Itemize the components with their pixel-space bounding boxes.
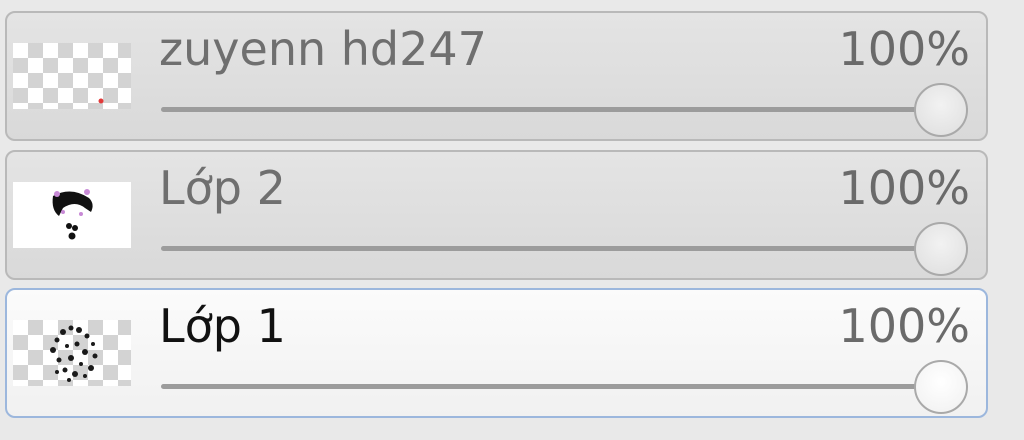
layer-opacity-value: 100%: [838, 22, 970, 76]
slider-thumb[interactable]: [914, 222, 968, 276]
layer-row-zuyenn-hd247[interactable]: zuyenn hd247 100%: [5, 11, 988, 141]
opacity-slider[interactable]: [161, 83, 968, 137]
layer-opacity-value: 100%: [838, 299, 970, 353]
opacity-slider[interactable]: [161, 222, 968, 276]
slider-thumb[interactable]: [914, 360, 968, 414]
layer-name: Lớp 2: [159, 161, 286, 215]
layer-opacity-value: 100%: [838, 161, 970, 215]
layer-thumbnail: [13, 320, 131, 386]
layer-thumbnail: [13, 43, 131, 109]
layer-row-lop-2[interactable]: Lớp 2 100%: [5, 150, 988, 280]
layer-thumbnail: [13, 182, 131, 248]
layer-name: Lớp 1: [159, 299, 286, 353]
layer-row-lop-1[interactable]: Lớp 1 100%: [5, 288, 988, 418]
opacity-slider[interactable]: [161, 360, 968, 414]
slider-track: [161, 107, 968, 112]
layers-panel: zuyenn hd247 100% Lớp 2 100% Lớp 1 100%: [0, 0, 1024, 440]
slider-thumb[interactable]: [914, 83, 968, 137]
slider-track: [161, 246, 968, 251]
slider-track: [161, 384, 968, 389]
layer-name: zuyenn hd247: [159, 22, 487, 76]
